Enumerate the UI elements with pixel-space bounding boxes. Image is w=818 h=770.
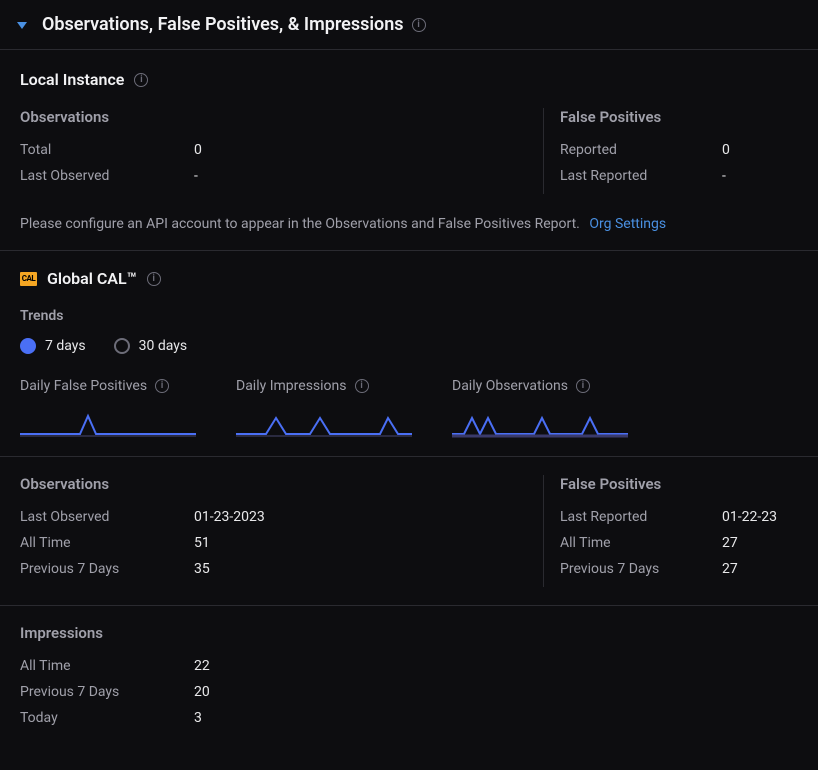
info-icon[interactable]: i [412,18,426,32]
kv-row: Today 3 [20,710,798,726]
label-last-reported: Last Reported [560,168,722,184]
value-previous-7: 35 [194,561,210,577]
label-last-observed: Last Observed [20,168,194,184]
divider [0,456,818,457]
panel-header: Observations, False Positives, & Impress… [0,0,818,50]
label-total: Total [20,142,194,158]
local-instance-label: Local Instance [20,70,124,89]
chart-obs-title: Daily Observations [452,378,568,394]
kv-row: Last Reported - [560,168,798,184]
value-all-time: 51 [194,535,210,551]
divider [0,605,818,606]
sparkline-imp [236,404,412,438]
value-last-observed: 01-23-2023 [194,509,265,525]
hint-text: Please configure an API account to appea… [20,216,580,232]
info-icon[interactable]: i [355,379,369,393]
kv-row: All Time 51 [20,535,543,551]
charts-row: Daily False Positives i Daily Impression… [20,378,798,438]
label-imp-previous-7: Previous 7 Days [20,684,194,700]
info-icon[interactable]: i [134,73,148,87]
sparkline-fp [20,404,196,438]
chart-imp-title: Daily Impressions [236,378,347,394]
radio-unselected-icon [114,338,130,354]
radio-30-days[interactable]: 30 days [114,338,187,354]
value-total: 0 [194,142,202,158]
global-cal-label: Global CAL™ [47,269,137,288]
kv-row: Last Observed 01-23-2023 [20,509,543,525]
info-icon[interactable]: i [147,272,161,286]
label-previous-7: Previous 7 Days [20,561,194,577]
value-imp-today: 3 [194,710,202,726]
radio-selected-icon [20,338,36,354]
kv-row: Last Observed - [20,168,543,184]
value-imp-previous-7: 20 [194,684,210,700]
stats-observations-heading: Observations [20,475,543,493]
value-last-reported: - [722,168,726,184]
cal-badge-icon: CAL [20,272,37,286]
radio-7-label: 7 days [45,338,86,354]
chart-daily-observations: Daily Observations i [452,378,628,438]
stats-fp-heading: False Positives [560,475,798,493]
kv-row: All Time 22 [20,658,798,674]
observations-heading: Observations [20,108,543,126]
chart-fp-title: Daily False Positives [20,378,147,394]
collapse-caret-icon[interactable] [16,20,28,30]
info-icon[interactable]: i [155,379,169,393]
label-reported: Reported [560,142,722,158]
label-imp-all-time: All Time [20,658,194,674]
divider [0,250,818,251]
value-fp-previous-7: 27 [722,561,738,577]
info-icon[interactable]: i [576,379,590,393]
kv-row: Total 0 [20,142,543,158]
value-imp-all-time: 22 [194,658,210,674]
label-imp-today: Today [20,710,194,726]
config-hint: Please configure an API account to appea… [20,216,798,232]
value-last-observed: - [194,168,198,184]
radio-30-label: 30 days [139,338,187,354]
label-last-observed: Last Observed [20,509,194,525]
kv-row: Last Reported 01-22-23 [560,509,798,525]
value-fp-all-time: 27 [722,535,738,551]
label-fp-all-time: All Time [560,535,722,551]
kv-row: Reported 0 [560,142,798,158]
value-last-reported: 01-22-23 [722,509,777,525]
global-cal-title: CAL Global CAL™ i [20,269,798,288]
kv-row: Previous 7 Days 20 [20,684,798,700]
kv-row: All Time 27 [560,535,798,551]
label-last-reported: Last Reported [560,509,722,525]
impressions-heading: Impressions [20,624,798,642]
chart-daily-false-positives: Daily False Positives i [20,378,196,438]
kv-row: Previous 7 Days 27 [560,561,798,577]
trends-radio-group: 7 days 30 days [20,338,798,354]
label-fp-previous-7: Previous 7 Days [560,561,722,577]
radio-7-days[interactable]: 7 days [20,338,86,354]
value-reported: 0 [722,142,730,158]
org-settings-link[interactable]: Org Settings [589,216,666,232]
local-instance-title: Local Instance i [20,70,798,89]
kv-row: Previous 7 Days 35 [20,561,543,577]
false-positives-heading: False Positives [560,108,798,126]
panel-title: Observations, False Positives, & Impress… [42,14,404,35]
chart-daily-impressions: Daily Impressions i [236,378,412,438]
sparkline-obs [452,404,628,438]
label-all-time: All Time [20,535,194,551]
trends-label: Trends [20,308,798,324]
